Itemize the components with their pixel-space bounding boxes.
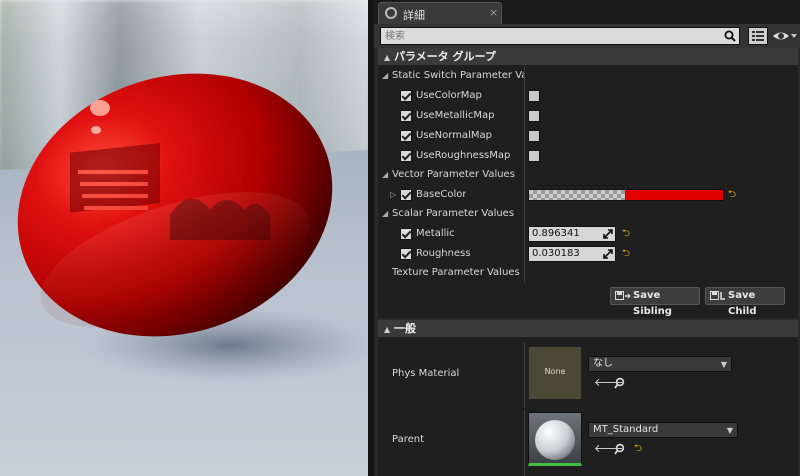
category-static-switch[interactable]: ◢Static Switch Parameter Values bbox=[378, 66, 798, 86]
value-checkbox[interactable] bbox=[528, 130, 540, 142]
enable-checkbox[interactable] bbox=[400, 248, 412, 260]
expand-arrow-icon[interactable]: ▷ bbox=[390, 185, 396, 205]
param-row-useroughnessmap: UseRoughnessMap bbox=[378, 146, 798, 166]
collapse-arrow-icon: ◢ bbox=[382, 209, 389, 218]
reset-to-default-icon[interactable]: ⮌ bbox=[622, 249, 632, 259]
category-scalar[interactable]: ◢ Scalar Parameter Values bbox=[378, 204, 798, 224]
enable-checkbox[interactable] bbox=[400, 90, 412, 102]
category-texture[interactable]: Texture Parameter Values bbox=[378, 263, 798, 283]
collapse-arrow-icon: ▲ bbox=[384, 325, 391, 334]
expand-icon[interactable] bbox=[603, 229, 613, 239]
reset-to-default-icon[interactable]: ⮌ bbox=[622, 229, 632, 239]
details-panel: 詳細 × ▲パラメー bbox=[374, 0, 800, 476]
reset-to-default-icon[interactable]: ⮌ bbox=[728, 190, 738, 200]
collapse-arrow-icon: ◢ bbox=[382, 71, 389, 80]
eye-icon bbox=[773, 32, 797, 40]
parent-material-thumbnail[interactable] bbox=[528, 412, 582, 466]
save-sibling-icon bbox=[615, 291, 631, 300]
browse-search-icon[interactable] bbox=[614, 377, 626, 389]
collapse-arrow-icon: ▲ bbox=[384, 53, 391, 62]
save-sibling-button[interactable]: Save Sibling bbox=[610, 287, 700, 317]
enable-checkbox[interactable] bbox=[400, 189, 412, 201]
grid-icon bbox=[752, 31, 764, 41]
general-header[interactable]: ▲ 一般 bbox=[378, 320, 798, 337]
param-row-roughness: Roughness 0.030183 ⮌ bbox=[378, 244, 798, 264]
parent-row: Parent MT_Standard ▼ 🡐 ⮌ bbox=[378, 410, 798, 476]
tab-label: 詳細 bbox=[403, 9, 425, 22]
use-selected-arrow-icon[interactable]: 🡐 bbox=[594, 443, 624, 455]
param-row-usemetallicmap: UseMetallicMap bbox=[378, 106, 798, 126]
close-icon[interactable]: × bbox=[489, 6, 498, 19]
preview-sphere bbox=[17, 73, 368, 383]
chevron-down-icon bbox=[791, 34, 797, 38]
parent-material-dropdown[interactable]: MT_Standard ▼ bbox=[588, 422, 738, 438]
use-selected-arrow-icon[interactable]: 🡐 bbox=[594, 377, 624, 389]
color-swatch-solid bbox=[625, 190, 723, 200]
enable-checkbox[interactable] bbox=[400, 130, 412, 142]
general-section: ▲ 一般 Phys Material None なし ▼ 🡐 Parent MT… bbox=[378, 320, 798, 476]
expand-icon[interactable] bbox=[603, 249, 613, 259]
material-sphere-icon bbox=[535, 420, 575, 460]
chevron-down-icon: ▼ bbox=[720, 360, 727, 369]
param-row-basecolor: ▷ BaseColor ⮌ bbox=[378, 185, 798, 205]
phys-material-row: Phys Material None なし ▼ 🡐 bbox=[378, 342, 798, 408]
param-row-usecolormap: UseColorMap bbox=[378, 86, 798, 106]
details-icon bbox=[385, 7, 397, 19]
tab-details[interactable]: 詳細 × bbox=[378, 2, 502, 24]
value-checkbox[interactable] bbox=[528, 150, 540, 162]
color-swatch[interactable] bbox=[528, 189, 724, 201]
metallic-value-field[interactable]: 0.896341 bbox=[528, 226, 616, 242]
view-options-button[interactable] bbox=[748, 27, 768, 45]
visibility-button[interactable] bbox=[772, 28, 798, 44]
enable-checkbox[interactable] bbox=[400, 110, 412, 122]
chevron-down-icon: ▼ bbox=[726, 426, 733, 435]
enable-checkbox[interactable] bbox=[400, 150, 412, 162]
viewport[interactable] bbox=[0, 0, 368, 476]
param-row-usenormalmap: UseNormalMap bbox=[378, 126, 798, 146]
param-row-metallic: Metallic 0.896341 ⮌ bbox=[378, 224, 798, 244]
parameter-group-header[interactable]: ▲ パラメータ グループ bbox=[378, 48, 798, 65]
save-child-button[interactable]: Save Child bbox=[705, 287, 785, 317]
phys-material-thumbnail[interactable]: None bbox=[528, 346, 582, 400]
reset-to-default-icon[interactable]: ⮌ bbox=[634, 444, 644, 454]
search-box[interactable] bbox=[380, 27, 740, 45]
value-checkbox[interactable] bbox=[528, 90, 540, 102]
collapse-arrow-icon: ◢ bbox=[382, 170, 389, 179]
value-checkbox[interactable] bbox=[528, 110, 540, 122]
roughness-value-field[interactable]: 0.030183 bbox=[528, 246, 616, 262]
browse-search-icon[interactable] bbox=[614, 443, 626, 455]
tab-bar: 詳細 × bbox=[374, 0, 800, 24]
search-row bbox=[374, 24, 800, 48]
phys-material-dropdown[interactable]: なし ▼ bbox=[588, 356, 732, 372]
save-child-icon bbox=[710, 291, 725, 300]
search-icon[interactable] bbox=[724, 30, 736, 42]
search-input[interactable] bbox=[381, 28, 721, 44]
parameter-group-section: ▲パラメータ グループ ◢Static Switch Parameter Val… bbox=[378, 48, 798, 318]
category-vector[interactable]: ◢ Vector Parameter Values bbox=[378, 165, 798, 185]
enable-checkbox[interactable] bbox=[400, 228, 412, 240]
